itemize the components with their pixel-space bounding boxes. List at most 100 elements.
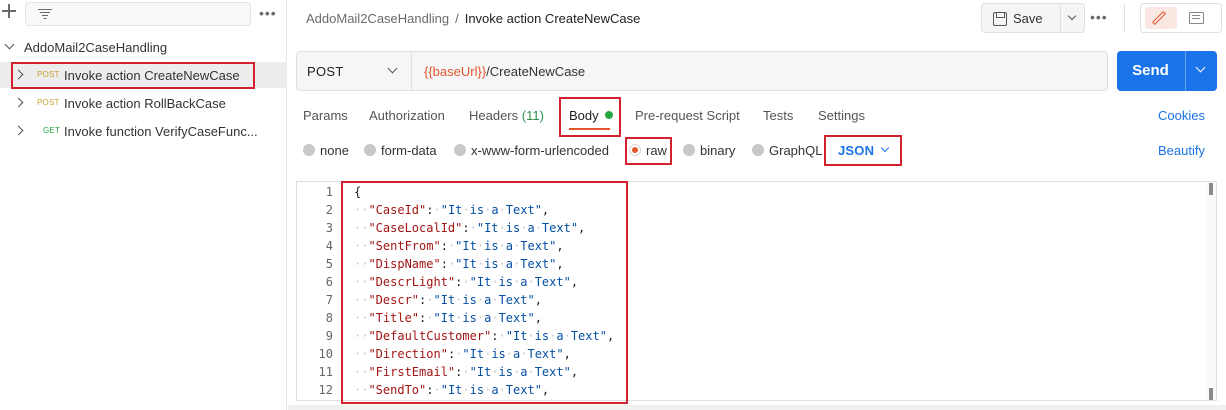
- collection-row[interactable]: AddoMail2CaseHandling: [0, 38, 287, 58]
- whitespace-marker: ··: [354, 239, 369, 253]
- url-path: /CreateNewCase: [486, 64, 586, 79]
- line-number: 12: [318, 383, 333, 397]
- sidebar-item-label: Invoke function VerifyCaseFunc...: [64, 124, 258, 139]
- body-format-select[interactable]: JSON: [826, 138, 900, 164]
- body-code-editor[interactable]: 1 2 3 4 5 6 7 8 9 10 11 12 {··"CaseId":·"It·is·a·Te…: [296, 181, 1217, 401]
- json-key: "CaseLocalId": [368, 221, 463, 235]
- line-number: 1: [325, 185, 333, 199]
- url-bar: POST {{baseUrl}}/CreateNewCase: [296, 51, 1108, 91]
- whitespace-marker: ·: [513, 257, 521, 271]
- plus-icon[interactable]: [2, 4, 16, 18]
- whitespace-marker: ·: [455, 293, 463, 307]
- whitespace-marker: ·: [433, 203, 441, 217]
- method-select-value: POST: [307, 64, 344, 79]
- tab-headers[interactable]: Headers (11): [469, 108, 544, 123]
- code-line: ··"CaseLocalId":·"It·is·a·Text",: [354, 221, 585, 235]
- json-comma: ,: [606, 329, 615, 343]
- breadcrumb-current[interactable]: Invoke action CreateNewCase: [465, 11, 641, 26]
- editor-scrollbar[interactable]: [1206, 182, 1216, 400]
- chevron-down-icon: [387, 63, 398, 74]
- line-number: 3: [325, 221, 333, 235]
- whitespace-marker: ·: [462, 365, 470, 379]
- url-input[interactable]: {{baseUrl}}/CreateNewCase: [424, 64, 585, 79]
- line-number: 10: [318, 347, 333, 361]
- chevron-right-icon[interactable]: [13, 97, 24, 108]
- whitespace-marker: ··: [354, 221, 369, 235]
- send-button[interactable]: Send: [1117, 51, 1217, 91]
- tab-params[interactable]: Params: [303, 108, 348, 123]
- radio-circle-icon: [454, 144, 466, 156]
- more-icon[interactable]: •••: [259, 5, 277, 21]
- whitespace-marker: ·: [520, 221, 528, 235]
- whitespace-marker: ·: [476, 293, 485, 307]
- method-select[interactable]: POST: [297, 52, 412, 90]
- tab-pre-request-script[interactable]: Pre-request Script: [635, 108, 740, 123]
- tab-settings[interactable]: Settings: [818, 108, 865, 123]
- json-value: "It·is·a·Text": [433, 311, 535, 325]
- tab-tests[interactable]: Tests: [763, 108, 793, 123]
- whitespace-marker: ·: [498, 329, 506, 343]
- scrollbar-thumb[interactable]: [1209, 388, 1213, 400]
- json-value: "It·is·a·Text": [433, 293, 535, 307]
- json-comma: ,: [570, 365, 579, 379]
- code-line: ··"DefaultCustomer":·"It·is·a·Text",: [354, 329, 614, 343]
- json-colon: :: [440, 257, 448, 271]
- more-icon[interactable]: •••: [1090, 9, 1108, 25]
- comment-icon[interactable]: [1189, 12, 1204, 24]
- json-value: "It·is·a·Text": [476, 221, 579, 235]
- whitespace-marker: ·: [462, 203, 470, 217]
- save-button[interactable]: Save: [981, 3, 1061, 33]
- scrollbar-thumb[interactable]: [1209, 183, 1213, 195]
- chevron-down-icon[interactable]: [4, 39, 15, 50]
- tab-authorization[interactable]: Authorization: [369, 108, 445, 123]
- json-colon: :: [440, 239, 448, 253]
- code-line: {: [354, 185, 361, 199]
- whitespace-marker: ·: [426, 293, 434, 307]
- code-line: ··"Direction":·"It·is·a·Text",: [354, 347, 571, 361]
- chevron-right-icon[interactable]: [13, 125, 24, 136]
- json-value: "It·is·a·Text": [440, 383, 542, 397]
- sidebar-item-verify-case[interactable]: GET Invoke function VerifyCaseFunc...: [0, 118, 287, 144]
- whitespace-marker: ·: [476, 257, 485, 271]
- filter-icon[interactable]: [38, 9, 52, 20]
- tab-body-label: Body: [569, 108, 599, 123]
- radio-label: form-data: [381, 143, 437, 158]
- line-number-gutter: 1 2 3 4 5 6 7 8 9 10 11 12: [297, 182, 341, 400]
- collection-name: AddoMail2CaseHandling: [24, 40, 168, 55]
- whitespace-marker: ·: [462, 383, 470, 397]
- save-dropdown-button[interactable]: [1061, 3, 1085, 33]
- sidebar-filter-input[interactable]: [25, 2, 251, 26]
- view-toggle: [1140, 3, 1222, 33]
- edit-toggle-button[interactable]: [1145, 7, 1177, 29]
- json-key: "Direction": [368, 347, 448, 361]
- sidebar-item-create-new-case[interactable]: POST Invoke action CreateNewCase: [0, 62, 287, 88]
- line-number: 5: [325, 257, 333, 271]
- tab-body[interactable]: Body: [569, 108, 613, 123]
- json-colon: :: [491, 329, 499, 343]
- code-text: {: [354, 185, 362, 199]
- code-line: ··"DescrLight":·"It·is·a·Text",: [354, 275, 578, 289]
- whitespace-marker: ·: [498, 383, 506, 397]
- whitespace-marker: ·: [563, 329, 571, 343]
- send-dropdown-icon[interactable]: [1195, 62, 1206, 73]
- whitespace-marker: ·: [462, 275, 470, 289]
- radio-circle-icon: [752, 144, 764, 156]
- whitespace-marker: ·: [455, 311, 463, 325]
- breadcrumb-parent[interactable]: AddoMail2CaseHandling: [306, 11, 449, 26]
- method-badge-post: POST: [37, 70, 60, 79]
- cookies-link[interactable]: Cookies: [1158, 108, 1205, 123]
- whitespace-marker: ·: [498, 221, 506, 235]
- sidebar-item-rollback-case[interactable]: POST Invoke action RollBackCase: [0, 90, 287, 116]
- request-tabs: Params Authorization Headers (11) Body P…: [288, 100, 1226, 132]
- json-comma: ,: [541, 203, 550, 217]
- radio-label: x-www-form-urlencoded: [471, 143, 609, 158]
- code-line: ··"SentFrom":·"It·is·a·Text",: [354, 239, 564, 253]
- chevron-right-icon[interactable]: [13, 69, 24, 80]
- beautify-link[interactable]: Beautify: [1158, 143, 1205, 158]
- tab-headers-label: Headers: [469, 108, 519, 123]
- line-number: 8: [325, 311, 333, 325]
- save-icon: [993, 12, 1007, 26]
- code-line: ··"FirstEmail":·"It·is·a·Text",: [354, 365, 578, 379]
- json-key: "DispName": [368, 257, 441, 271]
- sidebar-item-label: Invoke action CreateNewCase: [64, 68, 240, 83]
